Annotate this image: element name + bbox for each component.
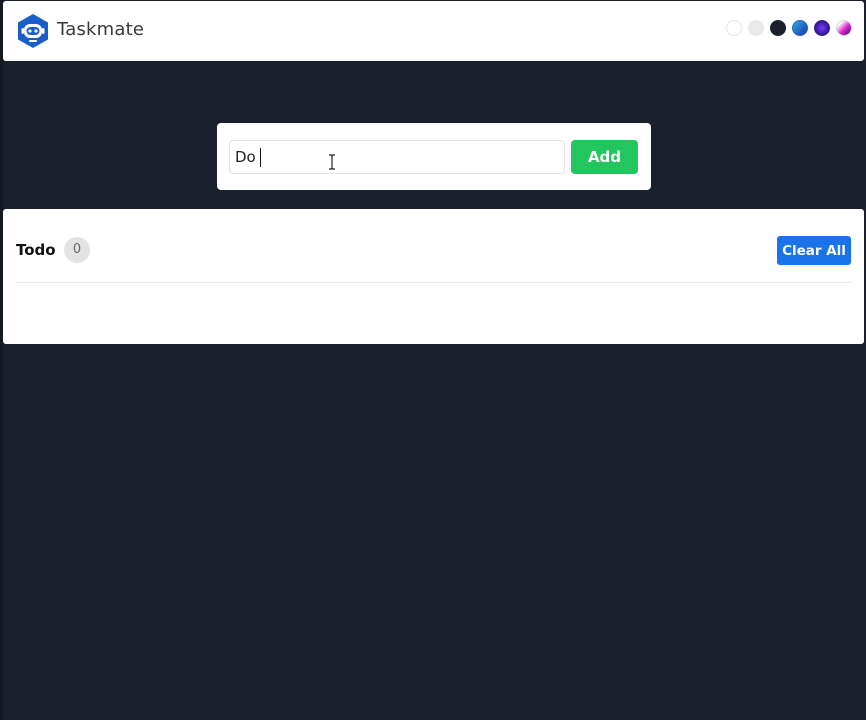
app-title: Taskmate — [57, 19, 145, 40]
theme-purple-swatch[interactable] — [814, 20, 830, 36]
theme-pink-swatch[interactable] — [836, 20, 852, 36]
todo-panel: Todo 0 Clear All — [3, 209, 864, 344]
text-caret — [260, 148, 261, 167]
divider — [16, 282, 851, 283]
theme-light-swatch[interactable] — [726, 20, 742, 36]
todo-list — [16, 289, 851, 334]
todo-heading: Todo — [16, 241, 56, 259]
clear-all-button[interactable]: Clear All — [777, 236, 851, 265]
app-header: Taskmate — [3, 1, 864, 61]
theme-dark-swatch[interactable] — [770, 20, 786, 36]
task-input[interactable] — [229, 140, 565, 174]
robot-icon — [18, 14, 48, 48]
theme-switcher — [726, 20, 852, 36]
task-form: Add — [217, 123, 651, 190]
window-edge — [0, 0, 3, 720]
theme-grey-swatch[interactable] — [748, 20, 764, 36]
add-button[interactable]: Add — [571, 140, 638, 174]
todo-count-badge: 0 — [64, 237, 90, 263]
ibeam-cursor-icon — [329, 154, 335, 170]
theme-blue-swatch[interactable] — [792, 20, 808, 36]
